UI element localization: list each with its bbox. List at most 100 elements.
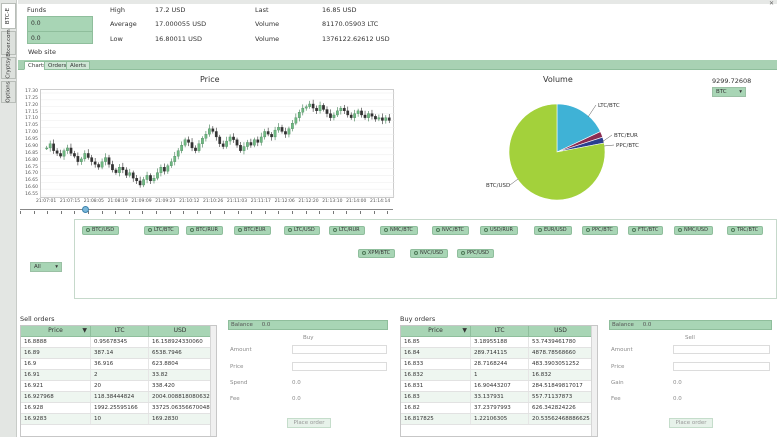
candle bbox=[228, 136, 232, 142]
table-row[interactable]: 16.89 387.14 6538.7946 bbox=[21, 348, 216, 359]
pair-chip[interactable]: BTC/RUR bbox=[186, 226, 223, 235]
table-row[interactable]: 16.84 289.714115 4878.78568660 bbox=[401, 348, 597, 359]
tab-options[interactable]: Options bbox=[1, 81, 16, 103]
volume-currency-select[interactable]: BTC ▾ bbox=[712, 87, 746, 97]
x-tick-label: 21:14:14 bbox=[370, 199, 391, 204]
pair-chip[interactable]: LTC/USD bbox=[284, 226, 320, 235]
table-row[interactable]: 16.8888 0.95678345 16.158924330060 bbox=[21, 337, 216, 348]
x-tick-label: 21:10:26 bbox=[203, 199, 224, 204]
time-range-slider[interactable] bbox=[20, 206, 393, 214]
table-cell: 33725.06356670048 bbox=[149, 403, 212, 413]
candle bbox=[48, 143, 52, 149]
pair-chip[interactable]: TRC/BTC bbox=[727, 226, 764, 235]
candle bbox=[270, 134, 273, 138]
buy-spend-label: Spend bbox=[230, 380, 248, 386]
table-cell: 37.23797993 bbox=[471, 403, 529, 413]
sell-orders-scrollbar[interactable] bbox=[210, 326, 216, 436]
table-row[interactable]: 16.85 3.18955188 53.7439461780 bbox=[401, 337, 597, 348]
pair-chip[interactable]: PPC/BTC bbox=[582, 226, 618, 235]
table-row[interactable]: 16.928 1992.25595166 33725.06356670048 bbox=[21, 403, 216, 414]
buy-amount-input[interactable] bbox=[292, 345, 387, 354]
tab-btcer[interactable]: Btcer.com bbox=[1, 29, 16, 57]
pair-chip[interactable]: LTC/BTC bbox=[144, 226, 179, 235]
candle bbox=[367, 113, 370, 118]
view-tab-strip: Charts Orders Alerts bbox=[18, 60, 777, 70]
y-tick-label: 16.70 bbox=[25, 171, 38, 177]
column-header-price[interactable]: Price ▼ bbox=[401, 326, 471, 336]
pair-filter-select[interactable]: All ▾ bbox=[30, 262, 62, 272]
table-cell: 36.916 bbox=[91, 359, 149, 369]
y-tick-label: 16.80 bbox=[25, 157, 38, 163]
column-header-ltc[interactable]: LTC bbox=[91, 326, 149, 336]
column-header-usd[interactable]: USD bbox=[529, 326, 593, 336]
table-row[interactable]: 16.833 28.7168244 483.3903051252 bbox=[401, 359, 597, 370]
top-bar bbox=[18, 0, 777, 4]
table-cell: 16.927968 bbox=[21, 392, 91, 402]
sell-place-order-button[interactable]: Place order bbox=[669, 418, 713, 428]
pair-chip[interactable]: NMC/USD bbox=[674, 226, 713, 235]
pair-chip[interactable]: PPC/USD bbox=[457, 249, 494, 258]
candle bbox=[176, 150, 180, 157]
candle bbox=[266, 131, 270, 135]
table-cell: 118.38444824 bbox=[91, 392, 149, 402]
pair-chip[interactable]: NVC/BTC bbox=[432, 226, 470, 235]
buy-orders-scrollbar[interactable] bbox=[591, 326, 597, 436]
tab-cryptsy[interactable]: Cryptsy bbox=[1, 57, 16, 79]
website-link[interactable]: Web site bbox=[28, 48, 56, 56]
table-row[interactable]: 16.921 20 338.420 bbox=[21, 381, 216, 392]
table-cell: 16.8888 bbox=[21, 337, 91, 347]
column-header-price[interactable]: Price ▼ bbox=[21, 326, 91, 336]
pair-chip[interactable]: NVC/USD bbox=[410, 249, 449, 258]
radio-dot-icon bbox=[436, 227, 440, 232]
table-cell: 338.420 bbox=[149, 381, 212, 391]
table-row[interactable]: 16.82 37.23797993 626.342824226 bbox=[401, 403, 597, 414]
table-row[interactable]: 16.9283 10 169.2830 bbox=[21, 414, 216, 425]
pair-chip[interactable]: XPM/BTC bbox=[358, 249, 396, 258]
table-cell: 387.14 bbox=[91, 348, 149, 358]
balance-value: 0.0 bbox=[642, 322, 652, 328]
candle bbox=[107, 157, 111, 165]
buy-price-input[interactable] bbox=[292, 362, 387, 371]
high-value: 17.2 USD bbox=[155, 6, 186, 14]
table-row[interactable]: 16.831 16.90443207 284.51849817017 bbox=[401, 381, 597, 392]
close-icon[interactable]: ✕ bbox=[769, 0, 774, 7]
slider-tick bbox=[183, 211, 185, 214]
sell-price-input[interactable] bbox=[673, 362, 770, 371]
pair-chip-label: BTC/USD bbox=[92, 227, 115, 233]
column-header-usd[interactable]: USD bbox=[149, 326, 212, 336]
buy-place-order-button[interactable]: Place order bbox=[287, 418, 331, 428]
pair-chip[interactable]: FTC/BTC bbox=[628, 226, 664, 235]
last-value: 16.85 USD bbox=[322, 6, 357, 14]
candle bbox=[201, 138, 204, 144]
radio-dot-icon bbox=[586, 227, 590, 232]
tab-alerts[interactable]: Alerts bbox=[66, 61, 90, 70]
table-row[interactable]: 16.817825 1.22106305 20.53562468886625 bbox=[401, 414, 597, 425]
table-row[interactable]: 16.91 2 33.82 bbox=[21, 370, 216, 381]
pair-chip[interactable]: EUR/USD bbox=[534, 226, 572, 235]
pair-chip[interactable]: BTC/EUR bbox=[234, 226, 271, 235]
table-cell: 284.51849817017 bbox=[529, 381, 593, 391]
table-row[interactable]: 16.927968 118.38444824 2004.008818080632 bbox=[21, 392, 216, 403]
table-row[interactable]: 16.832 1 16.832 bbox=[401, 370, 597, 381]
candle bbox=[145, 175, 149, 180]
table-row[interactable]: 16.83 33.137931 557.71137873 bbox=[401, 392, 597, 403]
pair-chip-label: LTC/USD bbox=[294, 227, 315, 233]
pair-chip[interactable]: BTC/USD bbox=[82, 226, 120, 235]
y-tick-label: 17.10 bbox=[25, 116, 38, 122]
table-cell: 28.7168244 bbox=[471, 359, 529, 369]
candle bbox=[336, 110, 339, 116]
pair-chip[interactable]: NMC/BTC bbox=[380, 226, 418, 235]
tab-btc-e[interactable]: BTC-E bbox=[1, 3, 16, 29]
x-tick-label: 21:12:20 bbox=[298, 199, 319, 204]
sell-amount-input[interactable] bbox=[673, 345, 770, 354]
column-header-ltc[interactable]: LTC bbox=[471, 326, 529, 336]
slider-tick bbox=[319, 211, 321, 214]
radio-dot-icon bbox=[461, 250, 465, 255]
table-cell: 20.53562468886625 bbox=[529, 414, 593, 424]
pair-chip[interactable]: LTC/RUR bbox=[329, 226, 365, 235]
pie-leader-line bbox=[587, 104, 597, 118]
y-tick-label: 16.90 bbox=[25, 143, 38, 149]
table-row[interactable]: 16.9 36.916 623.8804 bbox=[21, 359, 216, 370]
slider-handle[interactable] bbox=[82, 206, 89, 213]
pair-chip[interactable]: USD/RUR bbox=[480, 226, 518, 235]
